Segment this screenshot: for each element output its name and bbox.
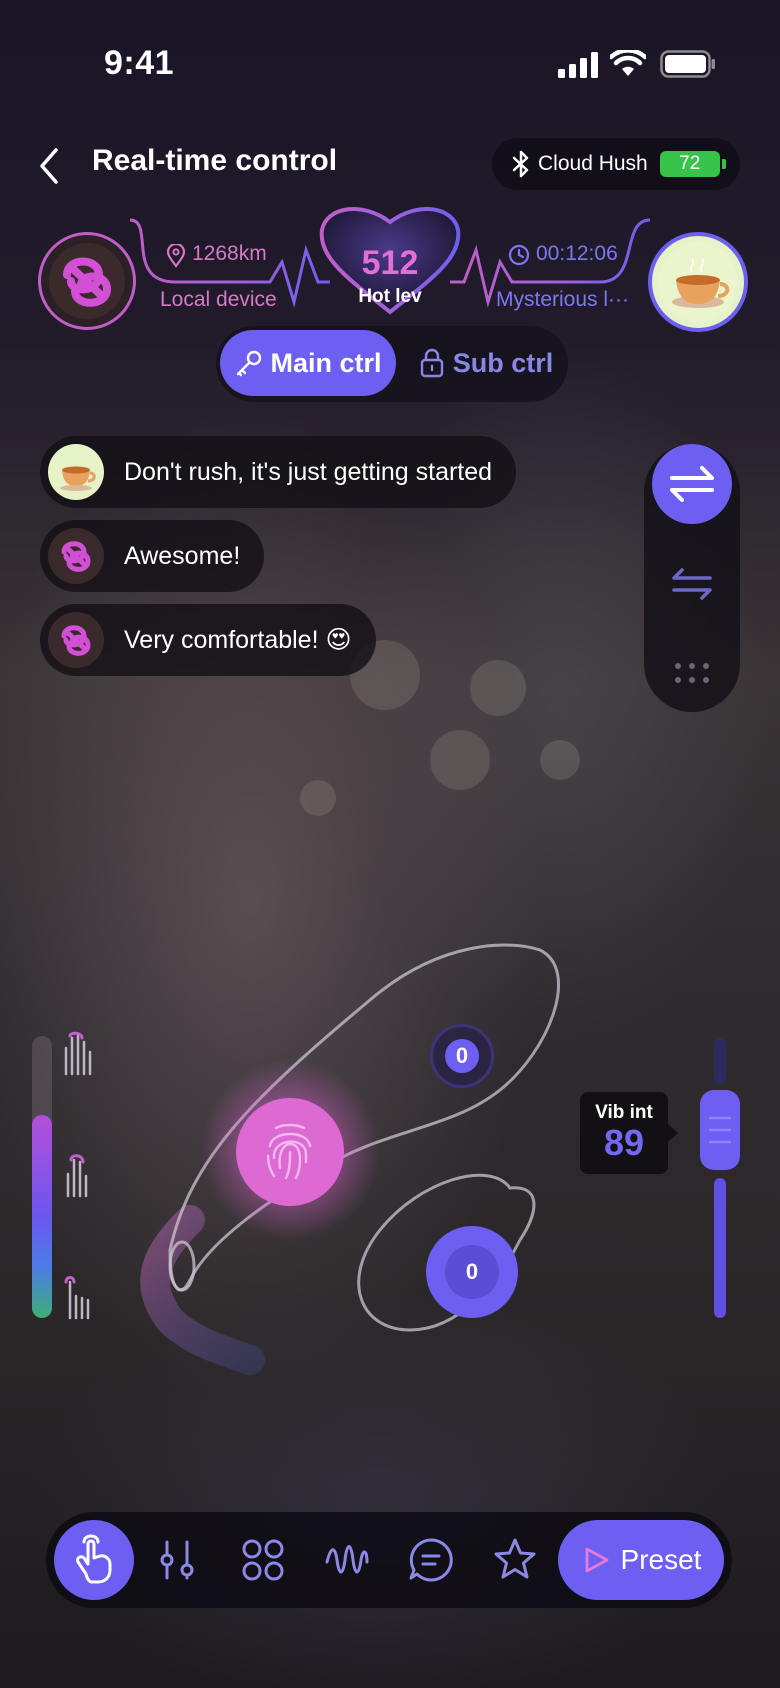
local-avatar[interactable]: [38, 232, 136, 330]
grip-dots-icon[interactable]: [672, 660, 712, 686]
nav-touch-button[interactable]: [54, 1520, 134, 1600]
zone-top-value: 0: [445, 1039, 479, 1073]
teacup-avatar: [48, 444, 104, 500]
clock-icon: [508, 244, 530, 266]
teacup-avatar-icon: [658, 242, 738, 322]
remote-avatar[interactable]: [648, 232, 748, 332]
grip-lines-icon: [708, 1116, 732, 1144]
chat-message: Very comfortable! 😍: [40, 604, 376, 676]
preset-label: Preset: [620, 1544, 702, 1575]
knot-icon: [61, 625, 91, 656]
battery-status-icon: [660, 50, 715, 78]
remote-device-label: Mysterious l···: [496, 288, 630, 311]
touch-hand-icon: [76, 1534, 112, 1584]
vib-int-tooltip: Vib int 89: [580, 1092, 678, 1174]
mode-sync-button[interactable]: [652, 444, 732, 524]
chat-message: Awesome!: [40, 520, 265, 592]
hot-level-value: 512: [361, 244, 419, 282]
vib-track-top: [714, 1038, 726, 1084]
hand-low-icon: [64, 1276, 90, 1320]
device-outline-diagram[interactable]: [120, 920, 600, 1420]
zone-bottom-value: 0: [445, 1245, 499, 1299]
fingerprint-icon: [266, 1123, 312, 1180]
hand-high-icon: [64, 1031, 92, 1076]
hot-level-label: Hot lev: [358, 286, 422, 307]
vib-int-value: 89: [603, 1122, 645, 1163]
intensity-fill: [32, 1115, 52, 1318]
chat-message: Don't rush, it's just getting started: [40, 436, 517, 508]
touch-control-button[interactable]: [236, 1098, 344, 1206]
sliders-icon[interactable]: [155, 1536, 203, 1584]
knot-icon: [61, 541, 91, 572]
swap-arrows-thin-icon[interactable]: [660, 556, 724, 612]
back-chevron-icon[interactable]: [34, 146, 66, 186]
vib-int-title: Vib int: [595, 1102, 653, 1123]
page-title: Real-time control: [92, 144, 338, 177]
cellular-signal-icon: [558, 52, 598, 78]
vib-slider-thumb[interactable]: [700, 1090, 740, 1170]
zone-bottom-badge[interactable]: 0: [426, 1226, 518, 1318]
play-icon: [585, 1547, 608, 1573]
status-time: 9:41: [104, 44, 175, 82]
teacup-icon: [60, 466, 96, 491]
chat-icon[interactable]: [407, 1536, 455, 1584]
zone-top-badge[interactable]: 0: [430, 1024, 494, 1088]
device-name: Cloud Hush: [538, 152, 648, 175]
grid-icon[interactable]: [239, 1536, 287, 1584]
hand-mid-icon: [66, 1154, 88, 1198]
chat-message-text: Don't rush, it's just getting started: [124, 457, 493, 486]
bluetooth-icon: [512, 150, 529, 178]
distance-label: 1268km: [192, 242, 267, 265]
session-timer: 00:12:06: [536, 242, 618, 265]
local-device-label: Local device: [160, 288, 277, 311]
device-battery-badge: 72: [659, 151, 726, 177]
vib-track-fill: [714, 1178, 726, 1318]
wave-icon[interactable]: [323, 1536, 371, 1584]
wifi-icon: [610, 50, 646, 76]
preset-button[interactable]: Preset: [558, 1520, 724, 1600]
chat-message-text: Awesome!: [124, 541, 241, 570]
star-icon[interactable]: [491, 1536, 539, 1584]
knot-avatar-icon: [49, 243, 125, 319]
swap-arrows-icon: [670, 466, 714, 502]
key-icon: [237, 350, 262, 377]
tab-sub-ctrl-label: Sub ctrl: [452, 347, 554, 378]
lock-icon: [420, 348, 443, 378]
tab-main-ctrl[interactable]: Main ctrl: [220, 330, 396, 396]
knot-avatar: [48, 612, 104, 668]
tab-sub-ctrl[interactable]: Sub ctrl: [406, 330, 566, 396]
tab-main-ctrl-label: Main ctrl: [270, 347, 382, 378]
device-status-pill[interactable]: Cloud Hush 72: [492, 138, 740, 190]
knot-avatar: [48, 528, 104, 584]
chat-message-text: Very comfortable! 😍: [124, 626, 352, 654]
location-pin-icon: [166, 244, 186, 268]
